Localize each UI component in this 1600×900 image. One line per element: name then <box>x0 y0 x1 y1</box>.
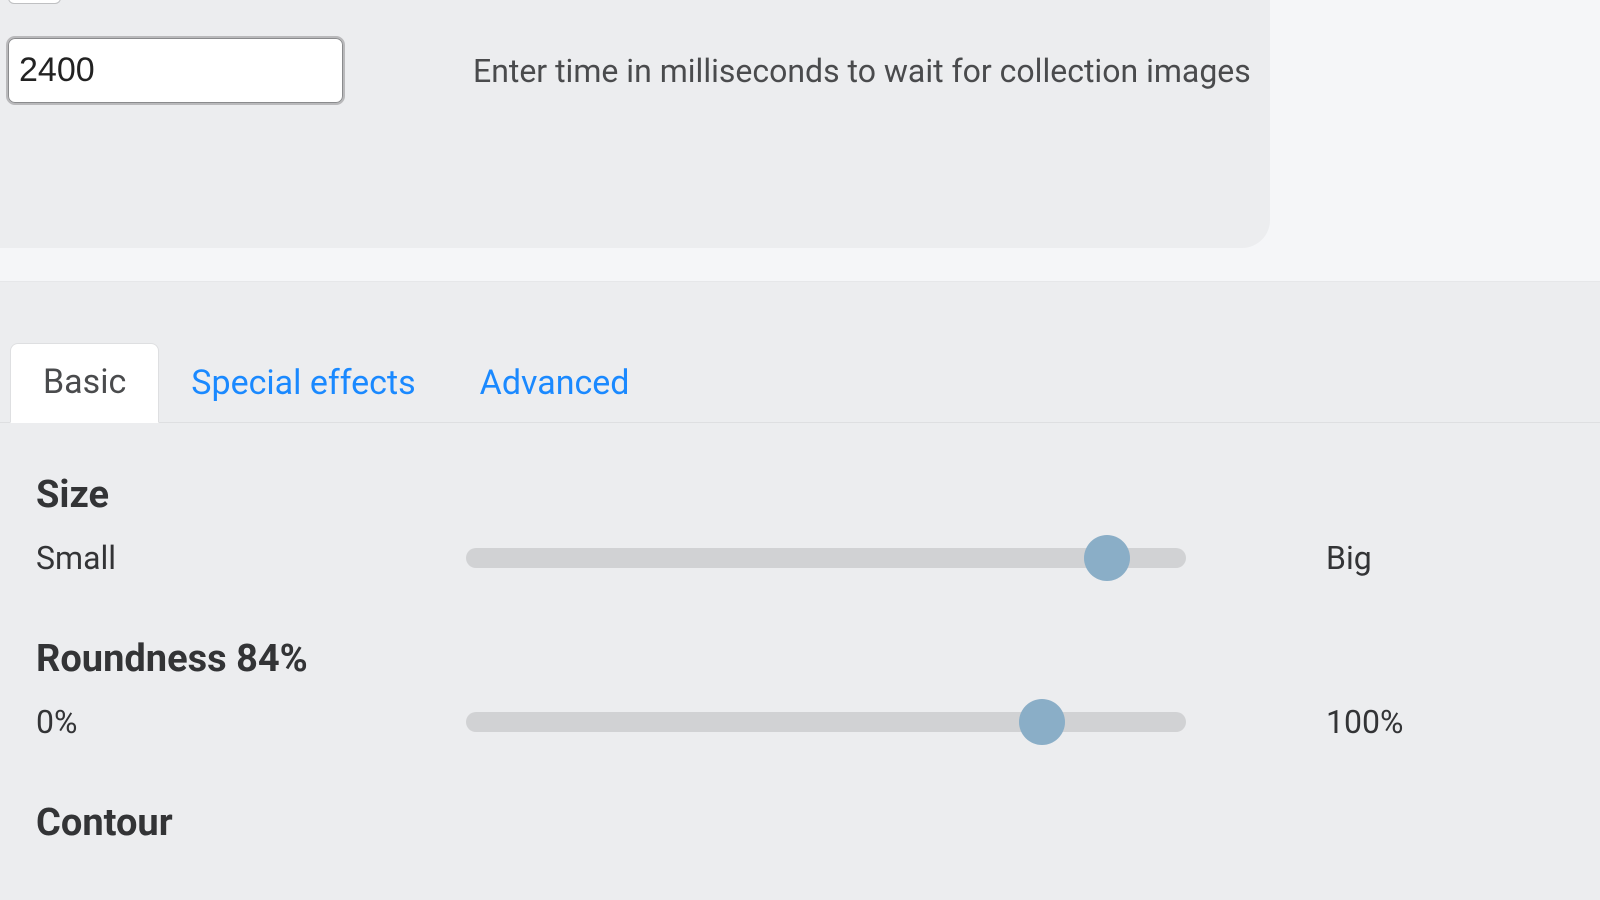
tabs-container: Basic Special effects Advanced <box>0 282 1600 423</box>
section-divider <box>0 248 1600 282</box>
tab-basic[interactable]: Basic <box>10 343 159 423</box>
roundness-slider-row: 0% 100% <box>36 699 1564 745</box>
roundness-slider-thumb[interactable] <box>1019 699 1065 745</box>
tablist: Basic Special effects Advanced <box>10 342 1600 422</box>
tab-advanced[interactable]: Advanced <box>448 345 662 423</box>
roundness-max-label: 100% <box>1186 703 1396 741</box>
roundness-slider[interactable] <box>466 699 1186 745</box>
size-max-label: Big <box>1186 539 1396 577</box>
partial-box-above <box>8 0 61 4</box>
size-slider-thumb[interactable] <box>1084 535 1130 581</box>
contour-heading: Contour <box>36 801 1564 845</box>
timing-panel: Enter time in milliseconds to wait for c… <box>0 0 1270 248</box>
wait-time-description: Enter time in milliseconds to wait for c… <box>473 52 1251 90</box>
wait-time-input[interactable] <box>8 38 343 103</box>
roundness-heading: Roundness 84% <box>36 637 1564 681</box>
roundness-slider-track <box>466 712 1186 732</box>
size-slider-track <box>466 548 1186 568</box>
size-slider-row: Small Big <box>36 535 1564 581</box>
roundness-min-label: 0% <box>36 703 466 741</box>
size-heading: Size <box>36 473 1564 517</box>
settings-panel: Basic Special effects Advanced Size Smal… <box>0 282 1600 900</box>
time-row: Enter time in milliseconds to wait for c… <box>0 0 1270 103</box>
size-slider[interactable] <box>466 535 1186 581</box>
basic-tab-content: Size Small Big Roundness 84% 0% 100% Con… <box>0 423 1600 845</box>
tab-special-effects[interactable]: Special effects <box>159 345 447 423</box>
size-min-label: Small <box>36 539 466 577</box>
